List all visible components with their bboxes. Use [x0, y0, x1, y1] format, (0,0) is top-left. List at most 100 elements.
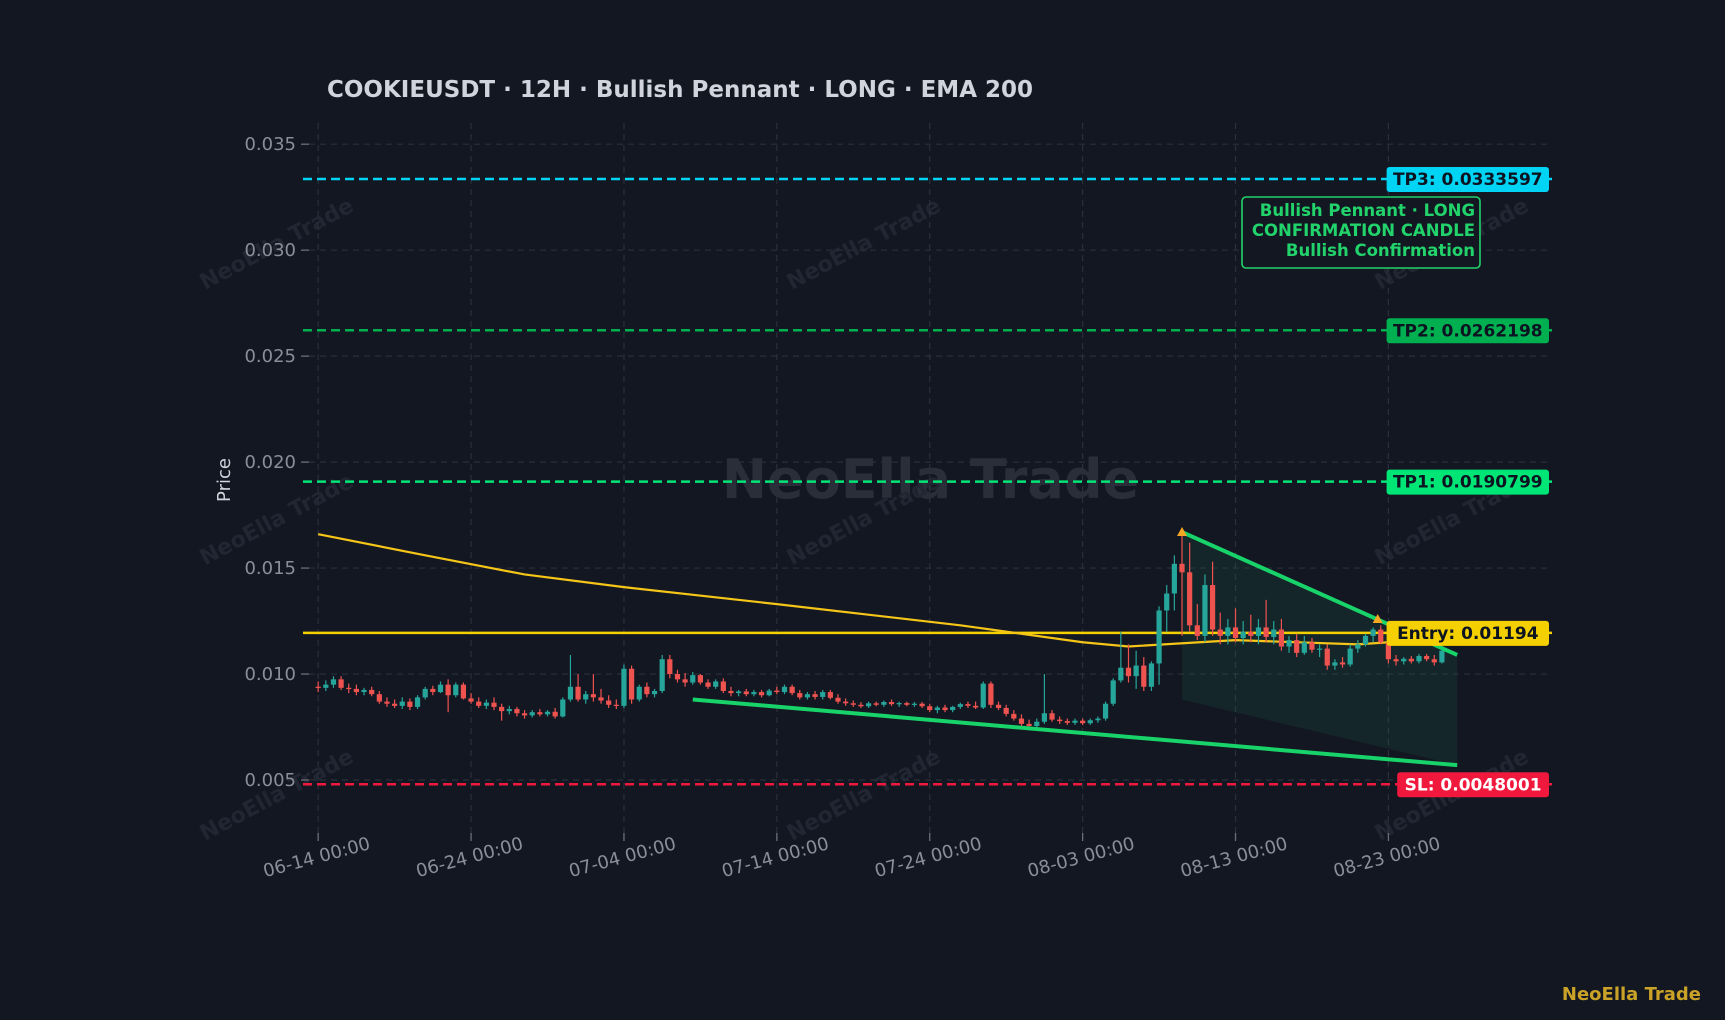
candle-body — [743, 691, 749, 695]
candle-body — [1164, 593, 1170, 611]
watermark-repeat: NeoElla Trade — [196, 745, 358, 847]
candle-body — [843, 701, 849, 704]
candle — [544, 710, 551, 717]
candle-body — [995, 704, 1002, 708]
candle — [575, 674, 581, 702]
candle — [1041, 674, 1048, 724]
candle — [927, 703, 933, 713]
candle — [751, 689, 757, 697]
candle-body — [1080, 720, 1086, 724]
candle-body — [1294, 640, 1300, 653]
candle — [1133, 650, 1139, 689]
x-tick-label: 06-14 00:00 — [261, 833, 373, 882]
candle-body — [1362, 635, 1369, 645]
candle-body — [904, 703, 910, 705]
candle-body — [1202, 585, 1208, 636]
candle-body — [644, 686, 650, 695]
candle-body — [1057, 719, 1063, 722]
candle — [1110, 678, 1116, 706]
x-tick-label: 07-24 00:00 — [873, 833, 985, 882]
candle — [1125, 644, 1132, 683]
candle — [934, 705, 940, 714]
candle-body — [1072, 720, 1078, 723]
candle — [338, 676, 344, 690]
candle-body — [1133, 665, 1139, 677]
candle-body — [636, 686, 642, 700]
level-label-entry: Entry: 0.01194 — [1397, 624, 1539, 644]
candle-body — [1217, 629, 1223, 636]
candle-body — [567, 686, 574, 700]
candle-body — [499, 706, 505, 712]
candle-body — [361, 689, 367, 693]
candle — [598, 688, 604, 704]
candle — [674, 669, 681, 683]
candle-body — [1041, 713, 1048, 722]
candle — [537, 709, 543, 717]
candle — [628, 665, 635, 704]
candle-body — [1064, 721, 1070, 723]
candle-body — [376, 694, 382, 702]
candle — [1156, 606, 1162, 685]
candle — [590, 674, 596, 702]
candle-body — [865, 703, 872, 707]
y-tick-label: 0.030 — [244, 240, 296, 261]
candle-body — [422, 688, 428, 698]
candle — [995, 701, 1002, 711]
candle-body — [590, 694, 596, 698]
candle — [797, 689, 803, 700]
level-label-tp1: TP1: 0.0190799 — [1393, 473, 1543, 493]
candle-body — [1355, 644, 1361, 649]
x-tick-label: 06-24 00:00 — [414, 833, 526, 882]
x-tick-label: 07-04 00:00 — [567, 833, 679, 882]
y-axis-label: Price — [214, 458, 235, 502]
candle — [1018, 714, 1025, 728]
candle-body — [797, 693, 803, 698]
candle — [521, 710, 528, 719]
candle-body — [1209, 585, 1216, 630]
candle-body — [430, 688, 436, 693]
candle — [1080, 718, 1086, 725]
candle-body — [751, 692, 757, 695]
candle-body — [1003, 707, 1009, 714]
candle — [621, 664, 627, 708]
candle — [407, 698, 413, 711]
candle-body — [1018, 718, 1025, 724]
candle-body — [789, 686, 795, 694]
level-label-tp2: TP2: 0.0262198 — [1393, 321, 1543, 341]
candle-body — [667, 659, 673, 675]
candle — [736, 689, 742, 697]
candle — [758, 689, 765, 698]
candle — [812, 691, 818, 700]
candle-body — [315, 686, 321, 688]
candle-body — [1378, 629, 1384, 643]
annotation-line: Bullish Pennant · LONG — [1260, 201, 1475, 220]
candle-body — [476, 701, 482, 706]
candle-body — [766, 690, 772, 696]
candle — [414, 695, 421, 710]
candle-body — [1401, 658, 1407, 662]
candle — [567, 654, 574, 702]
candle-body — [1026, 723, 1032, 726]
candle-body — [980, 683, 986, 708]
candle — [667, 654, 673, 679]
candle — [1141, 657, 1147, 691]
candle-body — [1087, 720, 1093, 724]
candle-body — [927, 706, 933, 711]
candle-body — [613, 704, 619, 706]
brand-label: NeoElla Trade — [1561, 984, 1701, 1005]
candle-body — [1393, 659, 1399, 662]
candle — [881, 700, 887, 707]
candle — [636, 684, 642, 702]
candle-body — [988, 683, 994, 705]
candle — [560, 697, 566, 718]
candle — [1164, 585, 1170, 632]
candle-body — [414, 697, 421, 707]
candle-body — [1095, 718, 1101, 721]
candle — [988, 681, 994, 708]
candle — [888, 699, 895, 706]
candle — [392, 699, 398, 708]
y-tick-label: 0.020 — [244, 452, 296, 473]
candle-body — [1324, 648, 1330, 666]
candle-body — [392, 703, 398, 706]
candle — [376, 691, 382, 704]
